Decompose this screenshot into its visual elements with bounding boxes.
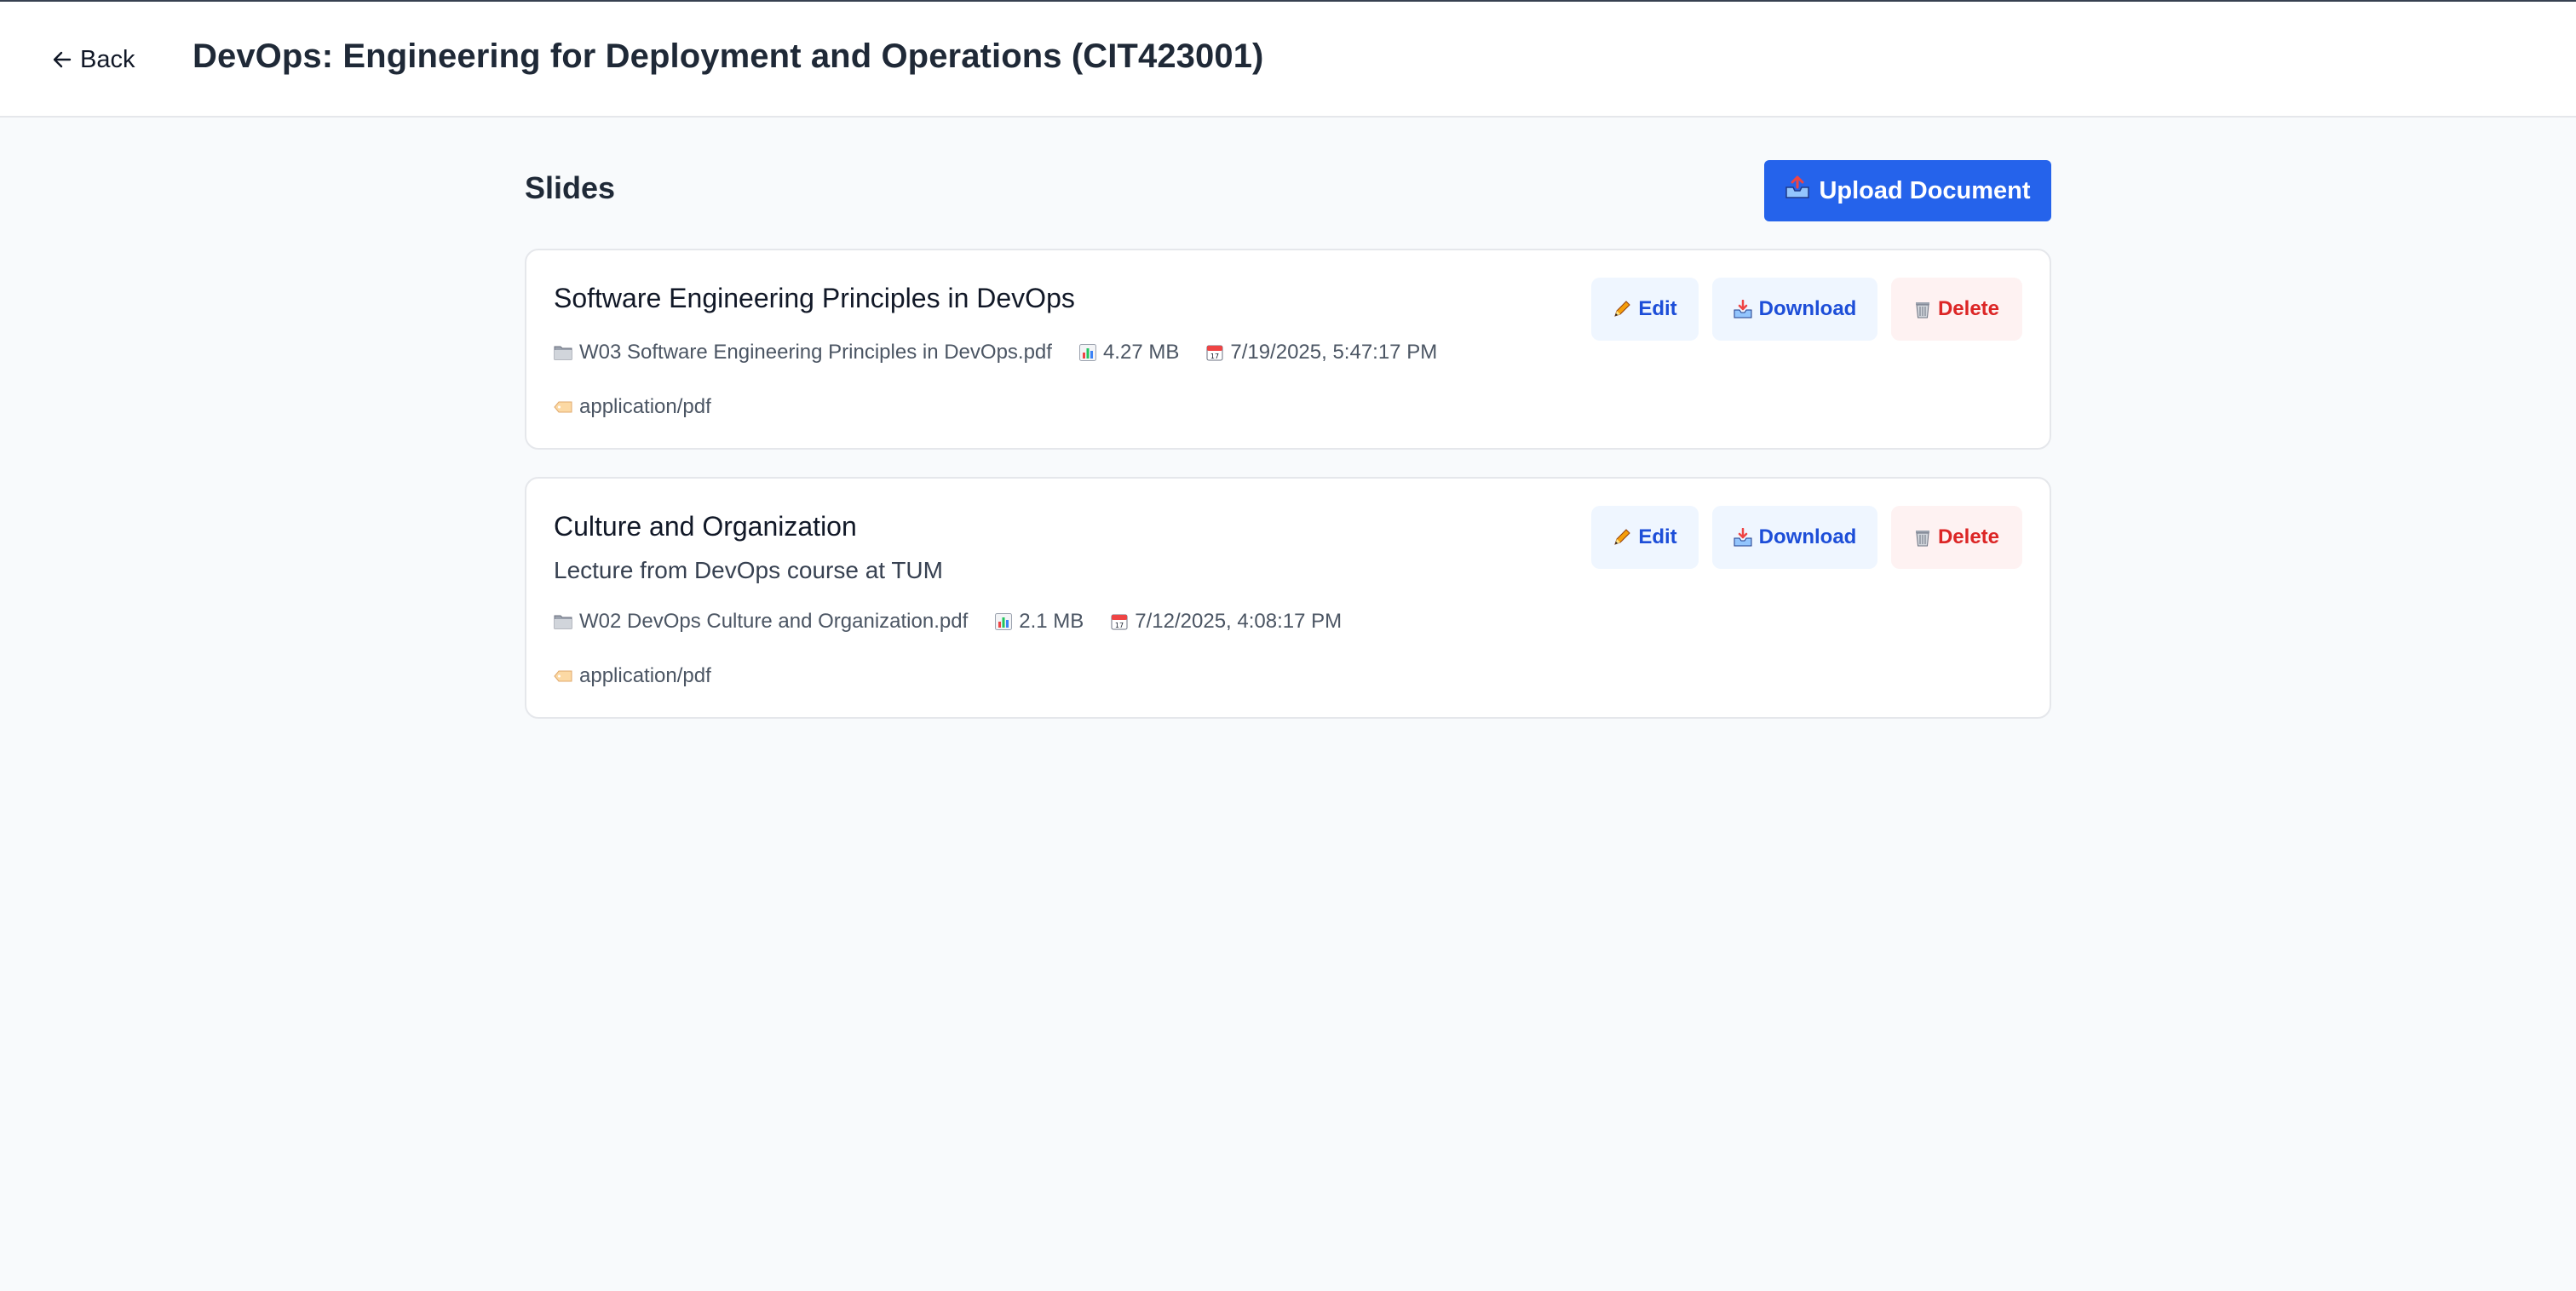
document-actions: Edit Download Delete xyxy=(1591,278,2022,341)
inbox-tray-icon xyxy=(1734,300,1752,318)
document-meta: W02 DevOps Culture and Organization.pdf … xyxy=(554,610,1342,634)
size-meta: 4.27 MB xyxy=(1078,341,1180,364)
edit-button[interactable]: Edit xyxy=(1591,506,1699,569)
document-size: 4.27 MB xyxy=(1102,341,1180,364)
calendar-icon: 17 xyxy=(1111,613,1128,630)
download-button[interactable]: Download xyxy=(1712,506,1877,569)
label-tag-icon xyxy=(554,670,572,682)
pencil-icon xyxy=(1613,300,1631,318)
page-header: Back DevOps: Engineering for Deployment … xyxy=(0,2,2576,118)
date-meta: 17 7/12/2025, 4:08:17 PM xyxy=(1111,610,1342,634)
svg-text:17: 17 xyxy=(1115,622,1124,629)
document-description: Lecture from DevOps course at TUM xyxy=(554,557,943,583)
delete-button[interactable]: Delete xyxy=(1891,506,2022,569)
inbox-tray-icon xyxy=(1734,528,1752,547)
document-filename: W03 Software Engineering Principles in D… xyxy=(579,341,1052,364)
document-type-row: application/pdf xyxy=(554,395,711,419)
document-actions: Edit Download Delete xyxy=(1591,506,2022,569)
edit-button[interactable]: Edit xyxy=(1591,278,1699,341)
file-folder-icon xyxy=(554,344,572,361)
edit-label: Edit xyxy=(1638,525,1677,548)
arrow-left-icon xyxy=(53,50,72,69)
delete-label: Delete xyxy=(1937,525,2000,548)
document-date: 7/12/2025, 4:08:17 PM xyxy=(1135,610,1343,633)
document-type-row: application/pdf xyxy=(554,664,711,688)
back-label: Back xyxy=(80,45,135,73)
delete-label: Delete xyxy=(1937,297,2000,320)
page-title: DevOps: Engineering for Deployment and O… xyxy=(193,37,1264,75)
calendar-icon: 17 xyxy=(1206,344,1223,361)
filename-meta: W02 DevOps Culture and Organization.pdf xyxy=(554,610,968,634)
file-folder-icon xyxy=(554,613,572,630)
wastebasket-icon xyxy=(1914,528,1931,547)
document-title: Software Engineering Principles in DevOp… xyxy=(554,283,1075,313)
bar-chart-icon xyxy=(995,613,1013,630)
document-title: Culture and Organization xyxy=(554,511,857,542)
document-meta: W03 Software Engineering Principles in D… xyxy=(554,341,1437,364)
document-card: Software Engineering Principles in DevOp… xyxy=(525,249,2051,450)
document-size: 2.1 MB xyxy=(1019,610,1084,633)
upload-label: Upload Document xyxy=(1819,176,2031,204)
document-mime: application/pdf xyxy=(579,664,711,687)
document-date: 7/19/2025, 5:47:17 PM xyxy=(1230,341,1438,364)
wastebasket-icon xyxy=(1914,300,1931,318)
type-meta: application/pdf xyxy=(554,395,711,419)
pencil-icon xyxy=(1613,528,1631,547)
label-tag-icon xyxy=(554,401,572,413)
document-mime: application/pdf xyxy=(579,395,711,418)
document-filename: W02 DevOps Culture and Organization.pdf xyxy=(579,610,969,633)
svg-text:17: 17 xyxy=(1210,353,1219,360)
outbox-tray-icon xyxy=(1785,175,1810,206)
size-meta: 2.1 MB xyxy=(995,610,1084,634)
download-button[interactable]: Download xyxy=(1712,278,1877,341)
date-meta: 17 7/19/2025, 5:47:17 PM xyxy=(1206,341,1437,364)
download-label: Download xyxy=(1758,297,1857,320)
edit-label: Edit xyxy=(1638,297,1677,320)
type-meta: application/pdf xyxy=(554,664,711,688)
back-button[interactable]: Back xyxy=(53,41,135,78)
section-title: Slides xyxy=(525,170,616,205)
upload-document-button[interactable]: Upload Document xyxy=(1764,160,2051,221)
document-card: Culture and Organization Lecture from De… xyxy=(525,477,2051,719)
download-label: Download xyxy=(1758,525,1857,548)
bar-chart-icon xyxy=(1078,344,1096,361)
filename-meta: W03 Software Engineering Principles in D… xyxy=(554,341,1052,364)
delete-button[interactable]: Delete xyxy=(1891,278,2022,341)
